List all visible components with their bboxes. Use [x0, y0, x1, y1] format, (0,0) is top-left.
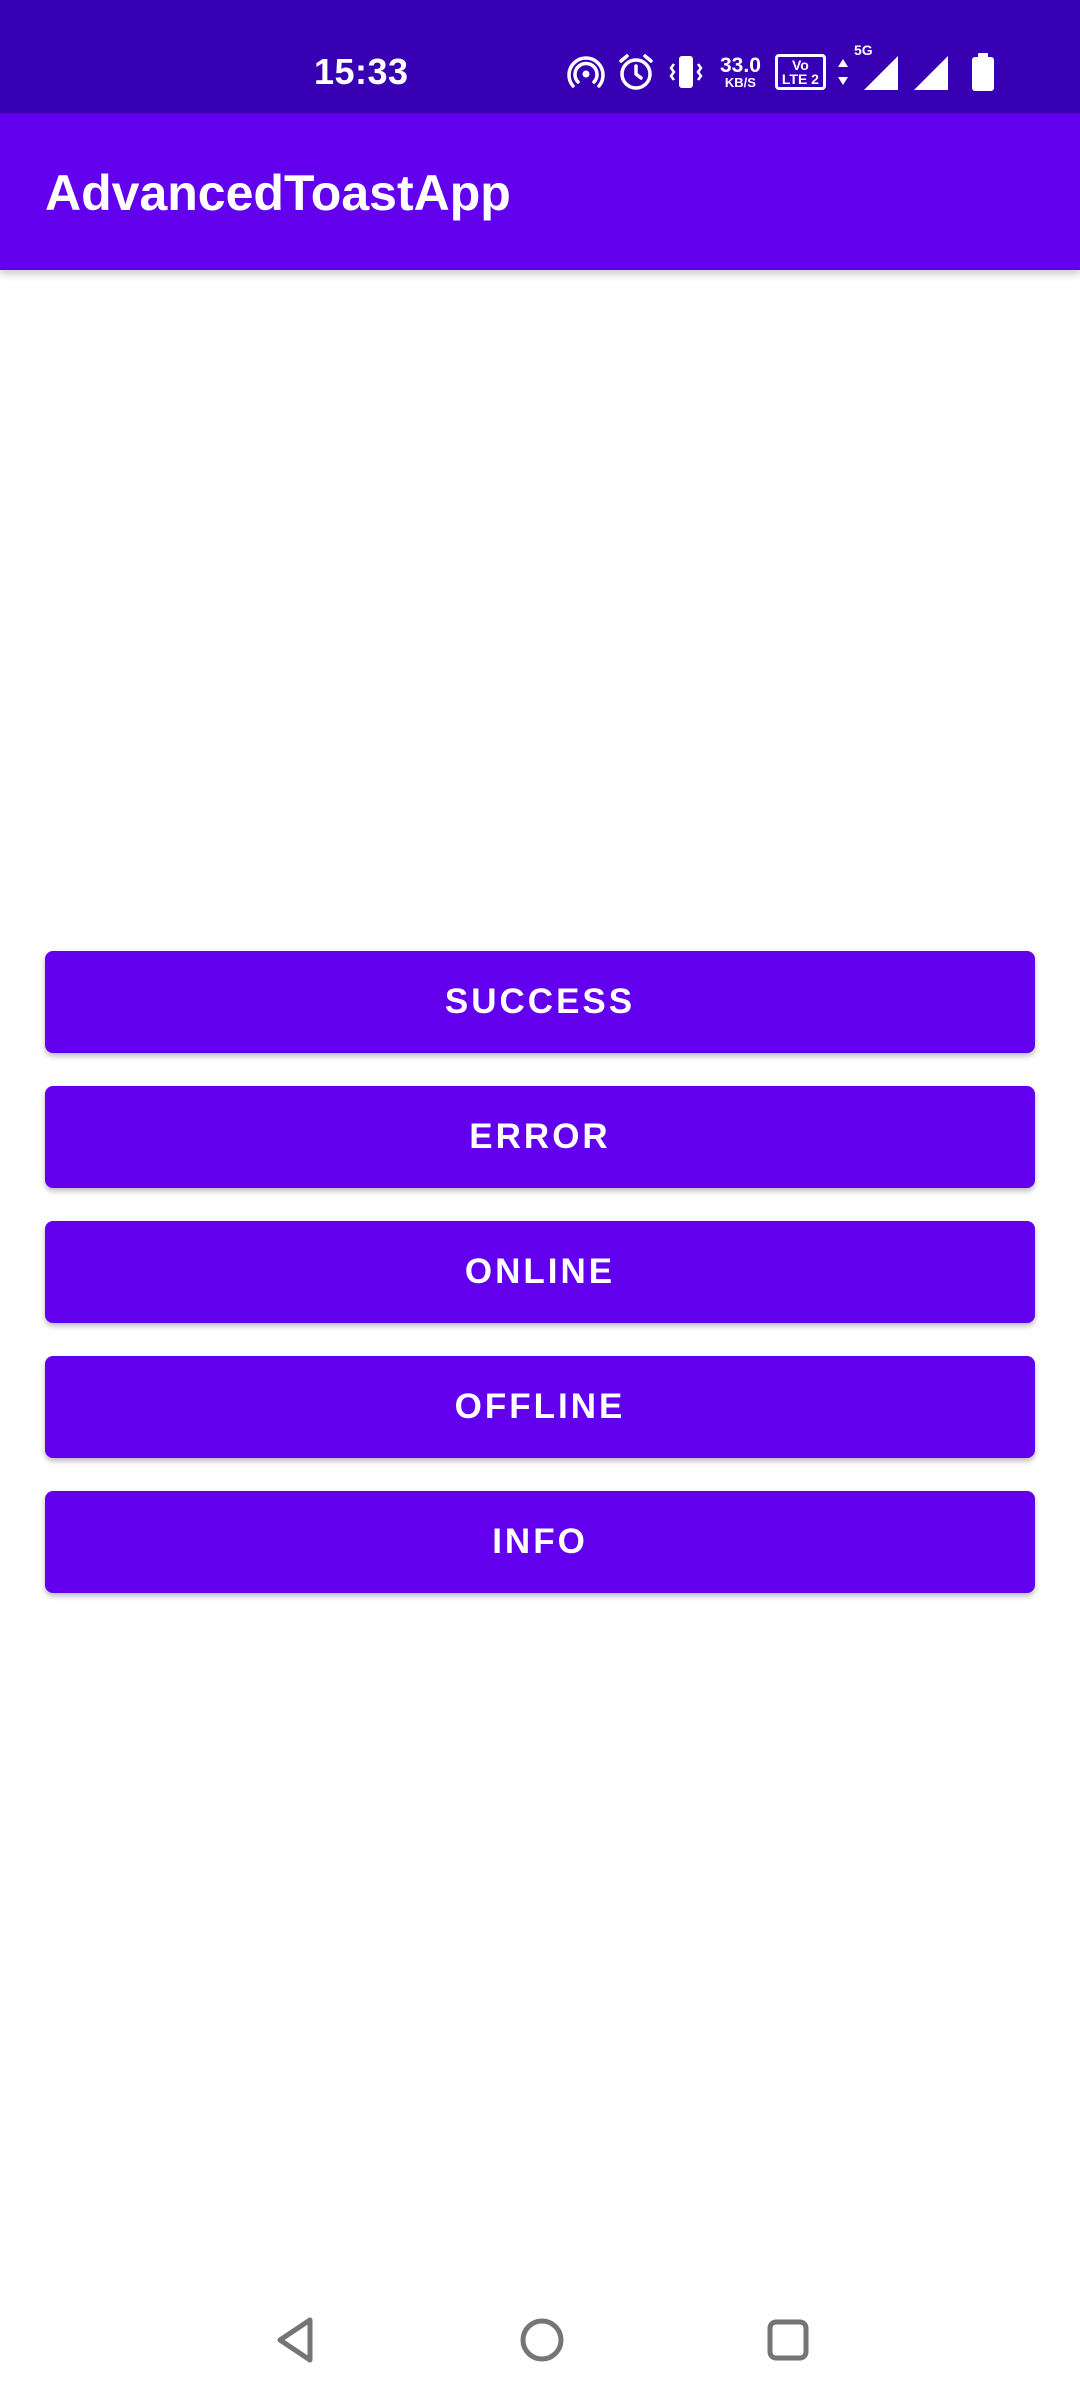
online-button[interactable]: ONLINE	[45, 1221, 1035, 1323]
home-icon	[520, 2318, 564, 2362]
signal-5g-icon: 5G	[854, 42, 900, 92]
hotspot-icon	[566, 52, 606, 92]
info-button[interactable]: INFO	[45, 1491, 1035, 1593]
back-icon	[277, 2317, 313, 2363]
error-button[interactable]: ERROR	[45, 1086, 1035, 1188]
app-title: AdvancedToastApp	[45, 165, 511, 221]
recents-icon	[767, 2319, 809, 2361]
home-button[interactable]	[500, 2298, 584, 2382]
recents-button[interactable]	[746, 2298, 830, 2382]
net-speed-unit: KB/S	[724, 75, 756, 90]
data-arrows-icon	[836, 57, 850, 87]
volte-top-label: Vo	[791, 57, 809, 73]
network-type-label: 5G	[853, 42, 873, 58]
volte-icon: Vo LTE 2	[774, 54, 826, 90]
status-bar: 15:33 33.0 KB/S Vo LTE 2 5G	[0, 0, 1080, 113]
battery-icon	[970, 52, 996, 92]
navigation-bar	[0, 2280, 1080, 2400]
signal-icon	[910, 52, 950, 92]
app-bar: AdvancedToastApp	[0, 113, 1080, 270]
net-speed-indicator: 33.0 KB/S	[720, 55, 761, 89]
success-button[interactable]: SUCCESS	[45, 951, 1035, 1053]
status-time: 15:33	[314, 51, 409, 92]
net-speed-value: 33.0	[720, 54, 761, 77]
offline-button[interactable]: OFFLINE	[45, 1356, 1035, 1458]
status-icons: 33.0 KB/S Vo LTE 2 5G	[566, 42, 996, 102]
alarm-icon	[616, 52, 656, 92]
vibrate-icon	[666, 52, 706, 92]
back-button[interactable]	[254, 2298, 338, 2382]
volte-bottom-label: LTE 2	[781, 71, 819, 87]
